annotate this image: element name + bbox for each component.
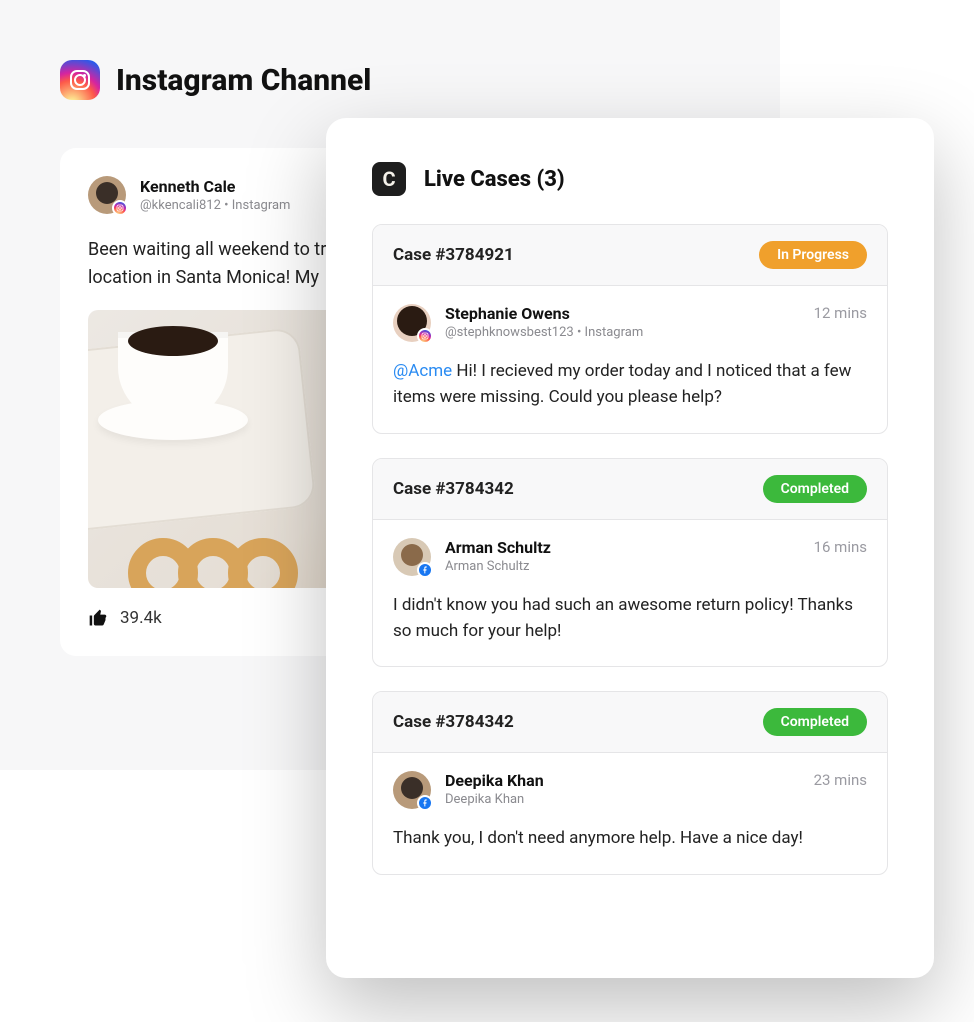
case-card[interactable]: Case #3784921 In Progress Stephanie Owen…: [372, 224, 888, 434]
case-id: Case #3784342: [393, 712, 514, 732]
channel-title: Instagram Channel: [116, 63, 371, 98]
case-status-badge: Completed: [763, 475, 867, 503]
case-id: Case #3784921: [393, 245, 514, 265]
case-time: 16 mins: [814, 538, 867, 556]
live-cases-header: C Live Cases (3): [372, 162, 888, 196]
case-mention[interactable]: @Acme: [393, 361, 452, 381]
post-author-meta: @kkencali812 • Instagram: [140, 198, 290, 213]
facebook-badge-icon: [417, 795, 433, 811]
case-message: Thank you, I don't need anymore help. Ha…: [393, 825, 867, 851]
instagram-logo-icon: [60, 60, 100, 100]
post-author-block: Kenneth Cale @kkencali812 • Instagram: [140, 177, 290, 213]
post-like-count: 39.4k: [120, 608, 162, 628]
case-user-name[interactable]: Stephanie Owens: [445, 304, 643, 323]
case-body: Deepika Khan Deepika Khan 23 mins Thank …: [373, 753, 887, 873]
case-status-badge: Completed: [763, 708, 867, 736]
case-id: Case #3784342: [393, 479, 514, 499]
channel-header: Instagram Channel: [60, 60, 720, 100]
cases-list: Case #3784921 In Progress Stephanie Owen…: [372, 224, 888, 875]
like-icon: [88, 608, 108, 628]
case-user-name[interactable]: Arman Schultz: [445, 538, 551, 557]
case-user-meta: @stephknowsbest123 • Instagram: [445, 325, 643, 340]
case-user-avatar[interactable]: [393, 304, 431, 342]
case-card[interactable]: Case #3784342 Completed Arman Schultz Ar…: [372, 458, 888, 668]
case-user-row: Deepika Khan Deepika Khan 23 mins: [393, 771, 867, 809]
case-user-meta: Deepika Khan: [445, 792, 544, 807]
case-user-row: Arman Schultz Arman Schultz 16 mins: [393, 538, 867, 576]
facebook-badge-icon: [417, 562, 433, 578]
post-author-name[interactable]: Kenneth Cale: [140, 177, 290, 196]
case-card[interactable]: Case #3784342 Completed Deepika Khan Dee…: [372, 691, 888, 874]
case-head: Case #3784921 In Progress: [373, 225, 887, 286]
case-user-avatar[interactable]: [393, 538, 431, 576]
case-time: 12 mins: [814, 304, 867, 322]
live-cases-title: Live Cases (3): [424, 167, 565, 192]
case-user-row: Stephanie Owens @stephknowsbest123 • Ins…: [393, 304, 867, 342]
case-time: 23 mins: [814, 771, 867, 789]
case-user-meta: Arman Schultz: [445, 559, 551, 574]
post-author-avatar[interactable]: [88, 176, 126, 214]
case-body: Arman Schultz Arman Schultz 16 mins I di…: [373, 520, 887, 667]
case-body: Stephanie Owens @stephknowsbest123 • Ins…: [373, 286, 887, 433]
instagram-badge-icon: [417, 328, 433, 344]
case-message: @Acme Hi! I recieved my order today and …: [393, 358, 867, 411]
case-head: Case #3784342 Completed: [373, 459, 887, 520]
case-user-name[interactable]: Deepika Khan: [445, 771, 544, 790]
case-user-avatar[interactable]: [393, 771, 431, 809]
case-message: I didn't know you had such an awesome re…: [393, 592, 867, 645]
instagram-badge-icon: [112, 200, 128, 216]
cases-app-icon: C: [372, 162, 406, 196]
live-cases-panel: C Live Cases (3) Case #3784921 In Progre…: [326, 118, 934, 978]
case-head: Case #3784342 Completed: [373, 692, 887, 753]
case-status-badge: In Progress: [759, 241, 867, 269]
